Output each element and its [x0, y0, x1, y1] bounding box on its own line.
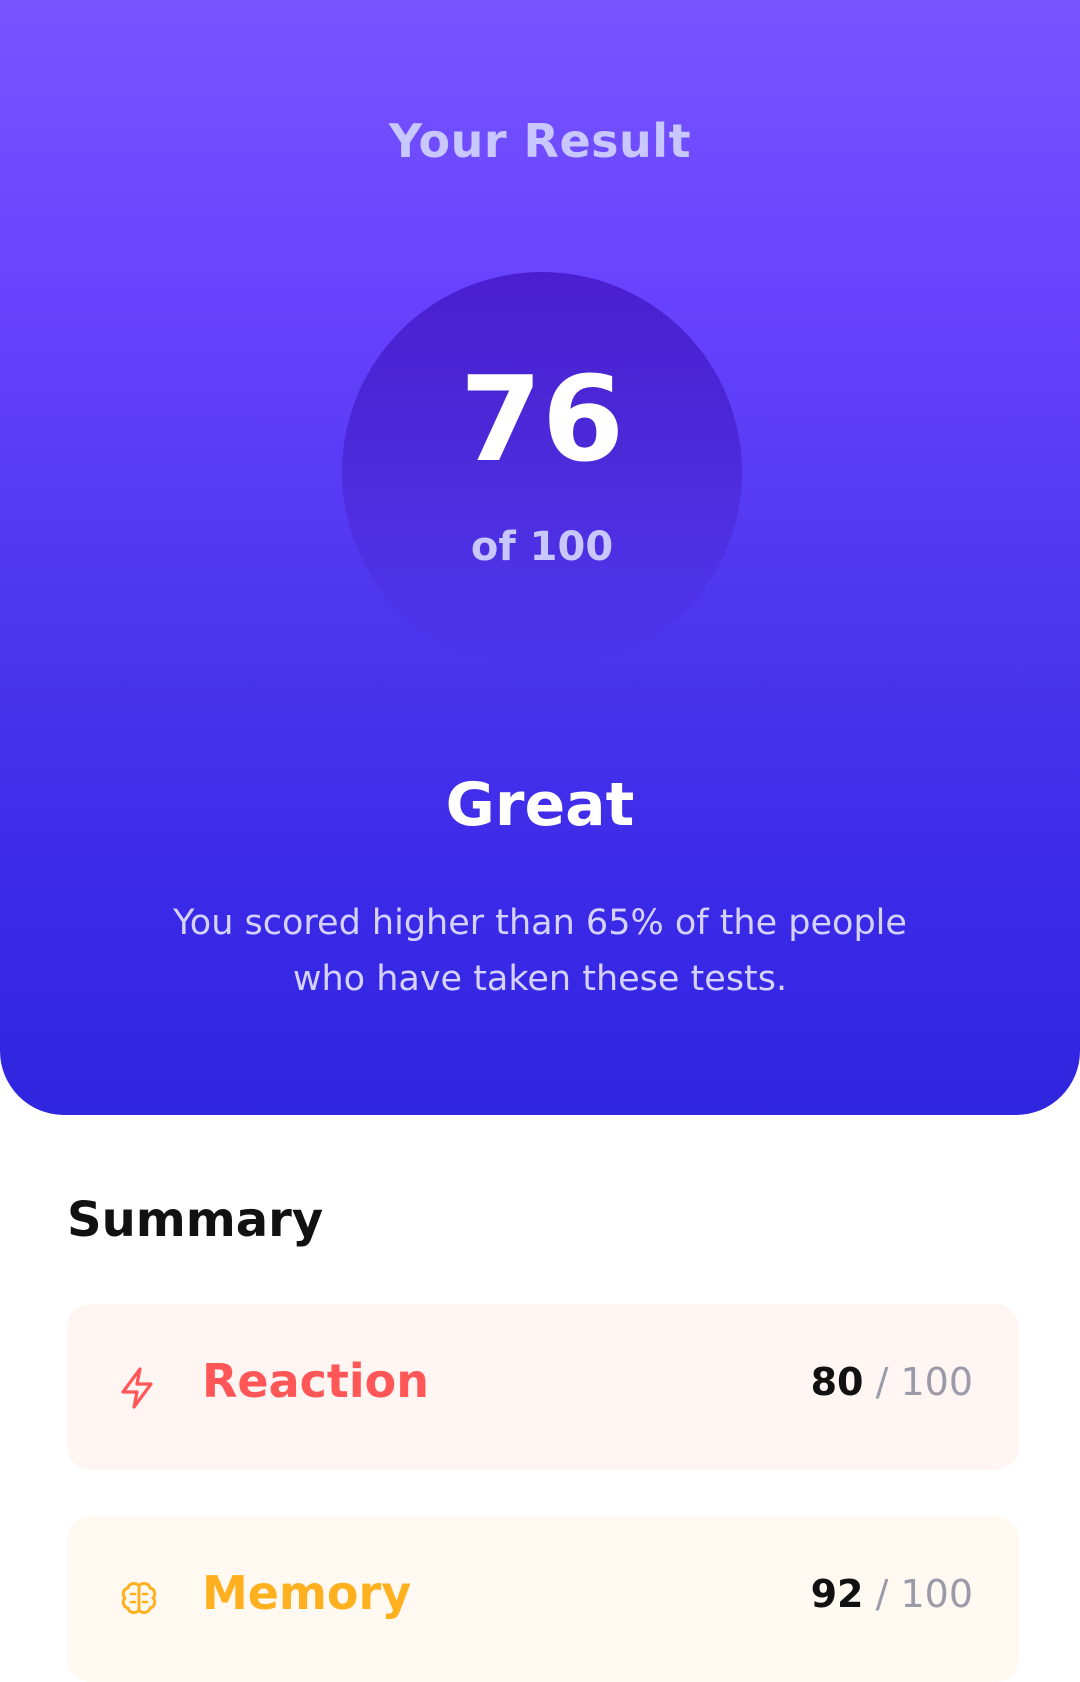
score-max: 100 [900, 1360, 973, 1404]
lightning-icon [117, 1366, 157, 1410]
score-separator: / [875, 1572, 889, 1616]
summary-item-reaction: Reaction 80 / 100 [67, 1304, 1019, 1470]
summary-item-memory: Memory 92 / 100 [67, 1516, 1019, 1682]
result-verdict: Great [445, 770, 635, 840]
summary-title: Summary [67, 1192, 324, 1248]
score-max: 100 [900, 1572, 973, 1616]
score-value: 92 [810, 1572, 864, 1616]
summary-item-label: Memory [202, 1566, 412, 1620]
brain-icon [117, 1578, 157, 1622]
result-panel: Your Result 76 of 100 Great You scored h… [0, 0, 1080, 1115]
score-circle: 76 of 100 [342, 272, 742, 672]
score-separator: / [875, 1360, 889, 1404]
result-title: Your Result [388, 114, 692, 168]
score-value: 80 [810, 1360, 864, 1404]
result-description: You scored higher than 65% of the people… [173, 903, 907, 999]
score-value: 76 [459, 350, 625, 488]
summary-item-score: 80 / 100 [811, 1360, 973, 1404]
summary-item-score: 92 / 100 [811, 1572, 973, 1616]
summary-item-label: Reaction [202, 1354, 430, 1408]
score-max-label: of 100 [470, 524, 614, 570]
